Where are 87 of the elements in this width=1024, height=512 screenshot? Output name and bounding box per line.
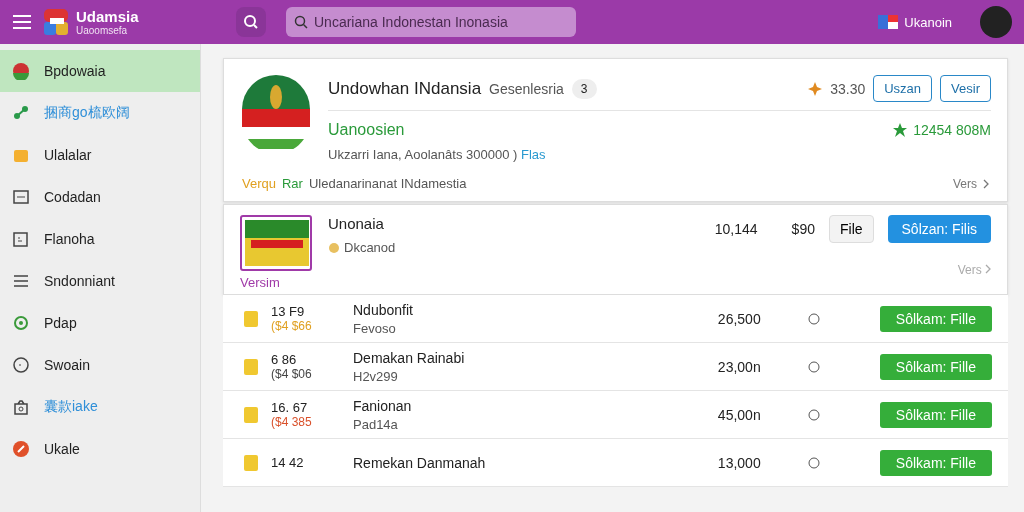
flag-icon [878, 15, 899, 29]
row-code: ($4 385 [271, 415, 313, 429]
emblem-icon [242, 75, 310, 149]
row-amount: 45,00n [717, 406, 762, 423]
more-link[interactable]: Vers [953, 176, 977, 191]
row-amount: 23,00n [717, 358, 762, 375]
row-title: Demakan Rainabi [353, 349, 466, 366]
download-button[interactable]: Sôlkam: Fille [879, 305, 992, 332]
row-title: Ndubonfit [353, 301, 414, 318]
item-status: Dkcanod [344, 240, 396, 255]
clock-icon [807, 312, 820, 325]
featured-subtitle: Gesenlesria [489, 80, 564, 97]
sidebar-item[interactable]: Sndonniant [0, 260, 200, 302]
row-detail: H2v299 [353, 368, 399, 384]
download-button[interactable]: Sôlkam: Fille [879, 401, 992, 428]
files-link[interactable]: Flas [520, 147, 546, 162]
stat-value: 12454 808M [913, 122, 991, 138]
file-icon [243, 309, 259, 328]
thumbnail-drawing [240, 215, 312, 271]
app-subtitle: Uaoomsefa [76, 25, 129, 36]
menu-icon[interactable] [12, 14, 32, 30]
footer-text: Uledanarinanat INdamestia [308, 176, 467, 191]
caption-label: Versim [240, 275, 281, 290]
sidebar-item[interactable]: Ukale [0, 428, 200, 470]
row-title: Remekan Danmanah [353, 454, 487, 471]
avatar[interactable] [980, 6, 1012, 38]
outline-button[interactable]: Vesir [940, 75, 991, 102]
item-count: 10,144 [714, 221, 758, 237]
row-time: 16. 67 [271, 400, 309, 415]
list-icon [12, 272, 30, 290]
logo-icon [44, 9, 68, 35]
row-title: Fanionan [353, 397, 413, 414]
image-icon [12, 230, 30, 248]
clock-icon [807, 456, 820, 469]
file-button[interactable]: File [828, 215, 874, 243]
rating-value: 33.30 [830, 80, 866, 97]
row-detail: Pad14a [353, 416, 399, 432]
outline-button[interactable]: Uszan [873, 75, 933, 102]
row-time: 14 42 [271, 455, 305, 470]
item-price: $90 [791, 221, 815, 237]
sidebar-item[interactable]: 囊款iake [0, 386, 200, 428]
download-button[interactable]: Sôlzan: Filis [887, 215, 991, 243]
language-label[interactable]: Ukanoin [904, 14, 952, 30]
flag-icon [12, 62, 30, 80]
file-icon [243, 405, 259, 424]
clock-icon [12, 356, 30, 374]
chevron-icon [985, 264, 991, 274]
sidebar-item[interactable]: Codadan [0, 176, 200, 218]
app-name: Udamsia [76, 8, 139, 25]
sparkle-icon [808, 81, 823, 96]
download-button[interactable]: Sôlkam: Fille [879, 353, 992, 380]
item-name: Unonaia [328, 215, 385, 232]
star-icon [893, 123, 908, 137]
row-time: 13 F9 [271, 304, 306, 319]
file-icon [243, 453, 259, 472]
sidebar-item[interactable]: Ulalalar [0, 134, 200, 176]
row-code: ($4 $06 [271, 367, 313, 381]
refresh-icon [12, 314, 30, 332]
version-label: Verqu [242, 176, 276, 191]
camera-icon [12, 398, 30, 416]
featured-title: Undowhan INdansia [328, 78, 482, 99]
file-icon [243, 357, 259, 376]
sidebar-item[interactable]: 捆商go梳欧阔 [0, 92, 200, 134]
row-time: 6 86 [271, 352, 298, 367]
row-code: ($4 $66 [271, 319, 313, 333]
sidebar-item[interactable]: Bpdowaia [0, 50, 200, 92]
chevron-icon [983, 178, 989, 189]
search-field[interactable]: Uncariana Indonestan Inonasia [286, 7, 576, 37]
count-badge: 3 [571, 78, 597, 99]
sidebar-item[interactable]: Pdap [0, 302, 200, 344]
info-text: Ukzarri Iana, Aoolanâts 300000 ) [328, 147, 518, 162]
download-button[interactable]: Sôlkam: Fille [879, 449, 992, 476]
row-detail: Fevoso [353, 320, 397, 336]
share-icon [12, 104, 30, 122]
clock-icon [807, 408, 820, 421]
coin-icon [328, 241, 340, 254]
search-icon [243, 14, 259, 30]
row-amount: 26,500 [717, 310, 762, 327]
status-label: Uanoosien [328, 121, 405, 139]
tag-label: Rar [282, 176, 303, 191]
clock-icon [807, 360, 820, 373]
search-button[interactable] [236, 7, 266, 37]
card-icon [12, 188, 30, 206]
tool-icon [12, 440, 30, 458]
row-amount: 13,000 [717, 454, 762, 471]
sidebar-item[interactable]: Flanoha [0, 218, 200, 260]
sidebar-item[interactable]: Swoain [0, 344, 200, 386]
